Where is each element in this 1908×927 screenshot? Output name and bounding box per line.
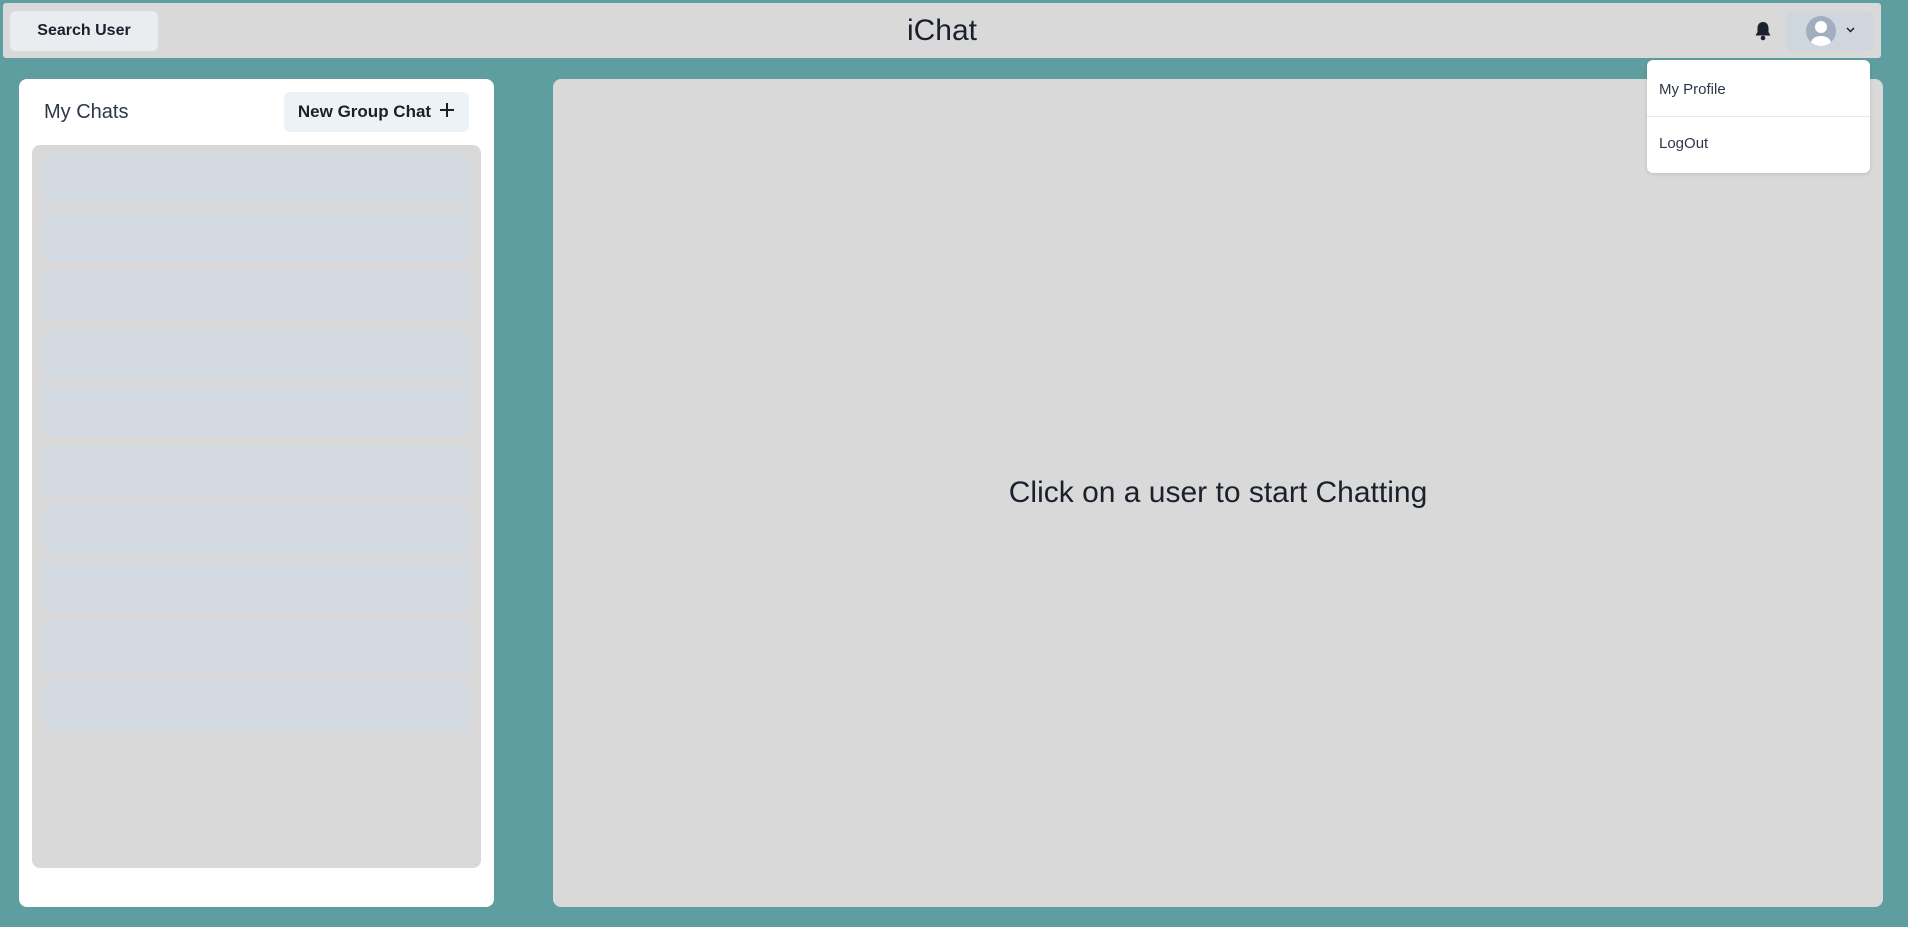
menu-item-logout[interactable]: LogOut — [1647, 120, 1870, 167]
profile-menu-button[interactable] — [1786, 10, 1874, 51]
my-chats-panel: My Chats New Group Chat — [19, 79, 494, 907]
my-chats-header: My Chats New Group Chat — [19, 79, 494, 145]
chat-skeleton-item — [44, 445, 469, 496]
chat-skeleton-item — [44, 504, 469, 554]
chat-skeleton-item — [44, 270, 469, 320]
new-group-chat-button[interactable]: New Group Chat — [284, 92, 469, 132]
menu-divider — [1647, 116, 1870, 117]
search-user-button[interactable]: Search User — [10, 10, 158, 51]
app-root: Search User iChat My Profile LogOut My C… — [0, 0, 1908, 927]
header-actions — [1752, 10, 1874, 51]
chat-skeleton-item — [44, 153, 469, 203]
profile-dropdown-menu: My Profile LogOut — [1647, 60, 1870, 173]
plus-icon — [439, 99, 455, 123]
chat-skeleton-item — [44, 211, 469, 262]
my-chats-title: My Chats — [44, 100, 129, 123]
chat-skeleton-item — [44, 387, 469, 437]
bell-icon[interactable] — [1752, 20, 1774, 42]
user-avatar-icon — [1805, 15, 1836, 46]
top-header: Search User iChat — [3, 3, 1881, 58]
chat-skeleton-item — [44, 562, 469, 613]
new-group-chat-label: New Group Chat — [297, 102, 432, 121]
app-title: iChat — [906, 13, 978, 47]
chat-skeleton-item — [44, 679, 469, 730]
chat-box-panel: Click on a user to start Chatting — [553, 79, 1883, 907]
chat-list — [32, 145, 481, 868]
chevron-down-icon — [1845, 25, 1855, 36]
chat-skeleton-item — [44, 621, 469, 671]
menu-item-my-profile[interactable]: My Profile — [1647, 66, 1870, 113]
chat-skeleton-item — [44, 328, 469, 379]
empty-chat-placeholder: Click on a user to start Chatting — [1008, 476, 1428, 509]
